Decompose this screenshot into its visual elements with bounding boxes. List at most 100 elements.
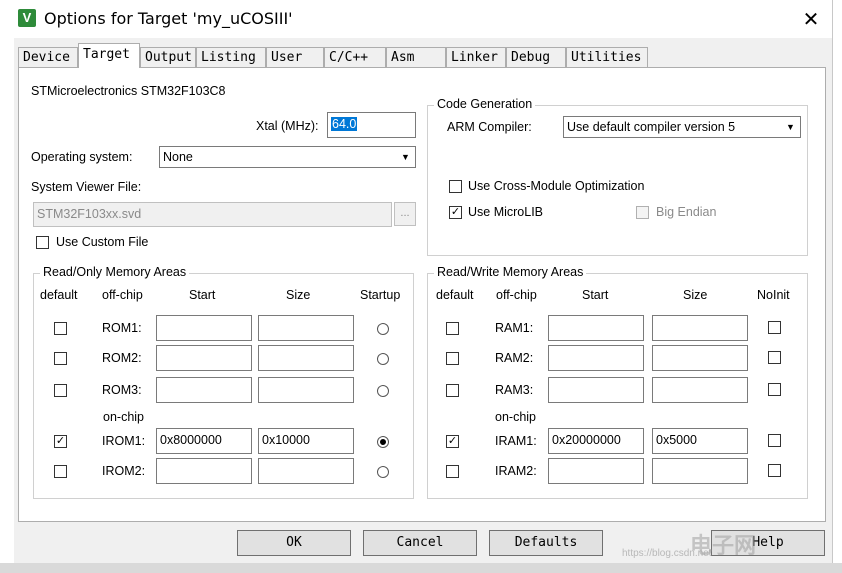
ram-onchip-label: on-chip: [495, 410, 536, 424]
ram-row-4-name: IRAM2:: [495, 464, 537, 478]
ram-row-3-start-input[interactable]: 0x20000000: [548, 428, 644, 454]
rom-header-start: Start: [189, 288, 216, 302]
ram-row-4-noinit-checkbox[interactable]: [768, 464, 781, 477]
os-select[interactable]: None ▼: [159, 146, 416, 168]
ram-row-2-noinit-checkbox[interactable]: [768, 383, 781, 396]
ram-row-1-start-input[interactable]: [548, 345, 644, 371]
xtal-label: Xtal (MHz):: [256, 119, 319, 133]
microlib-label: Use MicroLIB: [468, 205, 544, 219]
ram-row-3-noinit-checkbox[interactable]: [768, 434, 781, 447]
ram-row-1-size-input[interactable]: [652, 345, 748, 371]
tab-linker[interactable]: Linker: [446, 47, 506, 67]
rom-row-2-name: ROM3:: [102, 383, 142, 397]
ram-row-1-noinit-checkbox[interactable]: [768, 351, 781, 364]
cross-module-checkbox[interactable]: [449, 180, 462, 193]
checkmark-icon: ✓: [450, 206, 461, 218]
rom-header-startup: Startup: [360, 288, 401, 302]
rom-row-1-default-checkbox[interactable]: [54, 352, 67, 365]
svd-browse-button[interactable]: ...: [394, 202, 416, 226]
arm-compiler-label: ARM Compiler:: [447, 120, 532, 134]
chevron-down-icon: ▼: [782, 118, 799, 136]
tab-utilities[interactable]: Utilities: [566, 47, 648, 67]
tab-output[interactable]: Output: [140, 47, 196, 67]
ram-row-4-start-input[interactable]: [548, 458, 644, 484]
arm-compiler-value: Use default compiler version 5: [567, 120, 736, 134]
ram-row-0-noinit-checkbox[interactable]: [768, 321, 781, 334]
rom-row-2-start-input[interactable]: [156, 377, 252, 403]
big-endian-checkbox[interactable]: [636, 206, 649, 219]
rom-row-1-start-input[interactable]: [156, 345, 252, 371]
rom-row-3-default-checkbox[interactable]: ✓: [54, 435, 67, 448]
checkmark-icon: ✓: [447, 435, 458, 447]
ram-header-size: Size: [683, 288, 708, 302]
tab-user[interactable]: User: [266, 47, 324, 67]
use-custom-file-label: Use Custom File: [56, 235, 149, 249]
os-value: None: [163, 150, 193, 164]
ram-row-2-size-input[interactable]: [652, 377, 748, 403]
rom-row-1-startup-radio[interactable]: [377, 353, 389, 365]
rom-header-default: default: [40, 288, 78, 302]
rom-row-4-start-input[interactable]: [156, 458, 252, 484]
tab-debug[interactable]: Debug: [506, 47, 566, 67]
code-generation-legend: Code Generation: [434, 97, 536, 111]
rom-row-2-size-input[interactable]: [258, 377, 354, 403]
ram-row-1-default-checkbox[interactable]: [446, 352, 459, 365]
rom-row-0-size-input[interactable]: [258, 315, 354, 341]
rom-row-2-default-checkbox[interactable]: [54, 384, 67, 397]
tab-asm[interactable]: Asm: [386, 47, 446, 67]
ram-row-3-size-input[interactable]: 0x5000: [652, 428, 748, 454]
ok-button[interactable]: OK: [237, 530, 351, 556]
ram-row-3-default-checkbox[interactable]: ✓: [446, 435, 459, 448]
rom-row-2-startup-radio[interactable]: [377, 385, 389, 397]
rom-row-3-startup-radio[interactable]: [377, 436, 389, 448]
xtal-input[interactable]: 64.0: [327, 112, 416, 138]
rom-header-offchip: off-chip: [102, 288, 143, 302]
background-bottom-strip: [0, 563, 842, 573]
ram-row-2-start-input[interactable]: [548, 377, 644, 403]
rom-row-3-size-input[interactable]: 0x10000: [258, 428, 354, 454]
svd-file-value: STM32F103xx.svd: [37, 207, 142, 221]
tab-strip: Device Target Output Listing User C/C++ …: [18, 43, 826, 68]
rom-row-1-name: ROM2:: [102, 351, 142, 365]
arm-compiler-select[interactable]: Use default compiler version 5 ▼: [563, 116, 801, 138]
tab-target[interactable]: Target: [78, 43, 140, 68]
cancel-button[interactable]: Cancel: [363, 530, 477, 556]
ram-row-0-start-input[interactable]: [548, 315, 644, 341]
rom-row-4-default-checkbox[interactable]: [54, 465, 67, 478]
rom-row-0-start-input[interactable]: [156, 315, 252, 341]
ram-row-0-default-checkbox[interactable]: [446, 322, 459, 335]
rom-header-size: Size: [286, 288, 311, 302]
rom-row-0-default-checkbox[interactable]: [54, 322, 67, 335]
rom-row-4-size-input[interactable]: [258, 458, 354, 484]
rom-areas-legend: Read/Only Memory Areas: [40, 265, 190, 279]
options-dialog: V Options for Target 'my_uCOSIII' ✕ Devi…: [0, 0, 833, 563]
tab-c-cpp[interactable]: C/C++: [324, 47, 386, 67]
defaults-button[interactable]: Defaults: [489, 530, 603, 556]
svd-file-input[interactable]: STM32F103xx.svd: [33, 202, 392, 227]
title-bar: V Options for Target 'my_uCOSIII' ✕: [0, 0, 832, 38]
rom-row-4-name: IROM2:: [102, 464, 146, 478]
microlib-checkbox[interactable]: ✓: [449, 206, 462, 219]
ram-row-4-size-input[interactable]: [652, 458, 748, 484]
tab-device[interactable]: Device: [18, 47, 78, 67]
tab-listing[interactable]: Listing: [196, 47, 266, 67]
close-icon: ✕: [802, 7, 820, 31]
ram-row-2-default-checkbox[interactable]: [446, 384, 459, 397]
ram-areas-legend: Read/Write Memory Areas: [434, 265, 587, 279]
background-right-edge: [832, 0, 842, 573]
rom-row-0-startup-radio[interactable]: [377, 323, 389, 335]
ram-row-0-size-input[interactable]: [652, 315, 748, 341]
rom-row-4-startup-radio[interactable]: [377, 466, 389, 478]
ram-header-offchip: off-chip: [496, 288, 537, 302]
ram-row-3-name: IRAM1:: [495, 434, 537, 448]
rom-row-1-size-input[interactable]: [258, 345, 354, 371]
xtal-value: 64.0: [331, 117, 358, 131]
close-button[interactable]: ✕: [796, 6, 826, 32]
device-name: STMicroelectronics STM32F103C8: [31, 84, 226, 98]
big-endian-label: Big Endian: [656, 205, 717, 219]
ram-row-4-default-checkbox[interactable]: [446, 465, 459, 478]
rom-onchip-label: on-chip: [103, 410, 144, 424]
rom-row-3-start-input[interactable]: 0x8000000: [156, 428, 252, 454]
watermark-url: https://blog.csdn.net: [622, 548, 712, 559]
use-custom-file-checkbox[interactable]: [36, 236, 49, 249]
